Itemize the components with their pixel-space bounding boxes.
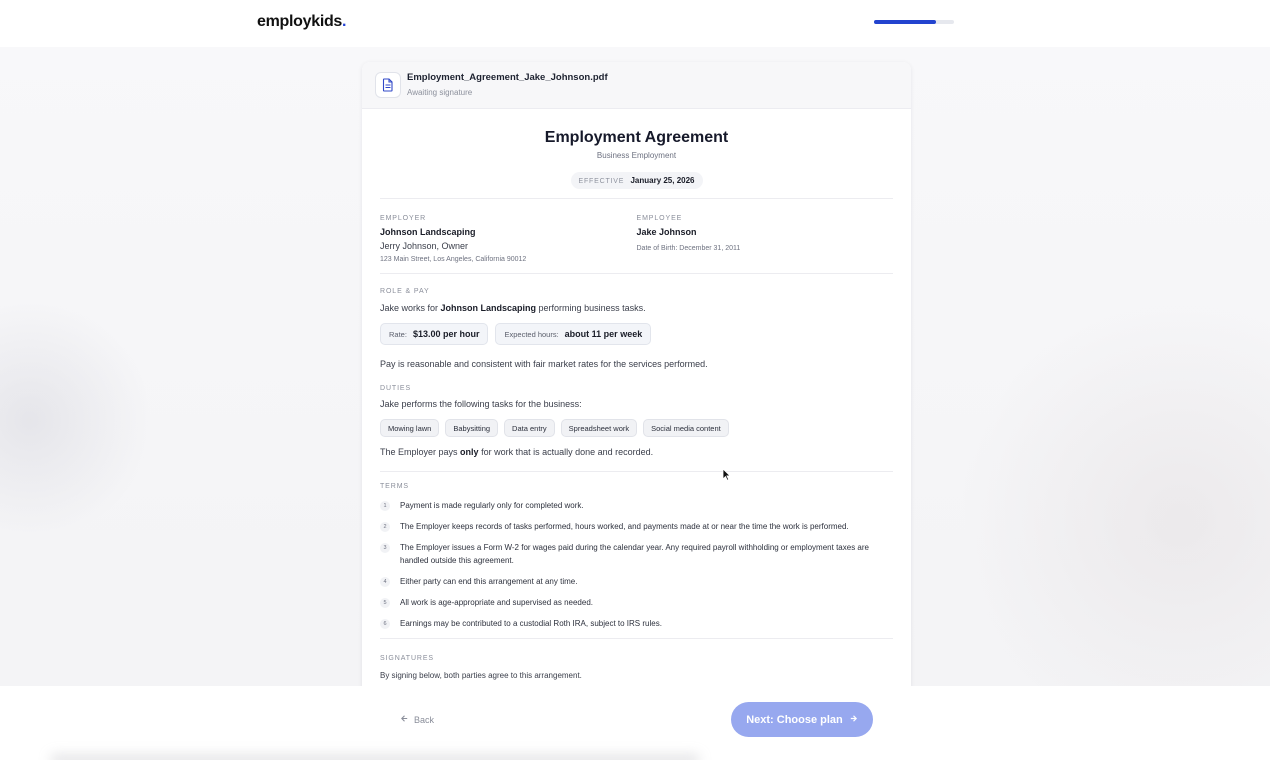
duties-label: DUTIES [380,385,412,392]
role-pay-section: ROLE & PAY Jake works for Johnson Landsc… [380,288,893,369]
hours-label: Expected hours: [504,329,559,339]
document-title: Employment Agreement [544,129,729,146]
hours-pill: Expected hours: about 11 per week [495,323,652,345]
employee-label: EMPLOYEE [636,215,683,222]
terms-section: TERMS 1 Payment is made regularly only fo… [380,483,893,630]
logo[interactable]: employkids. [257,13,347,31]
duties-note-text: The Employer pays [380,447,461,457]
term-number: 5 [380,598,390,608]
terms-label: TERMS [380,483,409,490]
effective-date: January 25, 2026 [630,176,695,185]
term-number: 1 [380,501,390,511]
role-pay-label: ROLE & PAY [380,288,430,295]
file-status: Awaiting signature [407,88,473,97]
term-item: 3 The Employer issues a Form W-2 for wage… [380,541,893,567]
term-item: 4 Either party can end this arrangement a… [380,575,893,588]
employee-name: Jake Johnson [636,227,697,237]
terms-list: 1 Payment is made regularly only for comp… [380,499,893,630]
logo-dot: . [342,13,347,30]
employer-name: Johnson Landscaping [380,227,476,237]
employer-label: EMPLOYER [380,215,427,222]
term-text: Either party can end this arrangement at… [400,577,578,586]
parties-section: EMPLOYER Johnson Landscaping Jerry Johns… [380,215,893,263]
back-button[interactable]: Back [400,714,434,725]
footer-bar [0,686,1270,760]
file-name: Employment_Agreement_Jake_Johnson.pdf [407,72,608,83]
document-icon [375,72,401,98]
divider [380,273,893,274]
back-label: Back [414,714,435,725]
term-text: The Employer keeps records of tasks perf… [400,522,849,531]
duty-tag: Mowing lawn [380,419,440,437]
duties-section: DUTIES Jake performs the following tasks… [380,385,893,457]
next-label: Next: Choose plan [746,713,843,726]
agreement-document: Employment_Agreement_Jake_Johnson.pdf Aw… [362,62,911,702]
employee-block: EMPLOYEE Jake Johnson Date of Birth: Dec… [637,215,894,263]
document-body: Employment Agreement Business Employment… [362,129,911,680]
duties-intro: Jake performs the following tasks for th… [380,399,582,409]
term-item: 6 Earnings may be contributed to a custod… [380,617,893,630]
effective-date-badge: EFFECTIVE January 25, 2026 [570,172,703,189]
term-item: 5 All work is age-appropriate and supervi… [380,596,893,609]
signatures-section: SIGNATURES By signing below, both partie… [380,655,893,680]
signatures-intro: By signing below, both parties agree to … [380,671,582,680]
footer-shadow [50,754,700,760]
mouse-cursor-icon [722,468,731,486]
term-text: All work is age-appropriate and supervis… [400,598,594,607]
arrow-left-icon [400,714,409,725]
duties-note: The Employer pays only for work that is … [380,447,893,457]
term-number: 2 [380,522,390,532]
divider [380,638,893,639]
file-header: Employment_Agreement_Jake_Johnson.pdf Aw… [362,62,911,109]
next-choose-plan-button[interactable]: Next: Choose plan [731,702,873,737]
progress-bar [874,20,954,24]
term-text: Earnings may be contributed to a custodi… [400,619,662,628]
employer-contact: Jerry Johnson, Owner [380,241,469,251]
term-number: 3 [380,543,390,553]
term-number: 4 [380,577,390,587]
duty-tag: Social media content [643,419,729,437]
logo-text: employkids [257,13,343,30]
employer-block: EMPLOYER Johnson Landscaping Jerry Johns… [380,215,637,263]
pay-note: Pay is reasonable and consistent with fa… [380,359,708,369]
effective-label: EFFECTIVE [578,178,625,185]
progress-bar-fill [874,20,937,24]
document-subtitle: Business Employment [596,151,677,160]
term-item: 1 Payment is made regularly only for comp… [380,499,893,512]
duty-tag: Babysitting [445,419,499,437]
role-intro-text: Jake works for [380,303,441,313]
duties-note-emphasis: only [460,447,479,457]
term-item: 2 The Employer keeps records of tasks per… [380,520,893,533]
duty-tags: Mowing lawn Babysitting Data entry Spreadsh… [380,419,893,437]
rate-label: Rate: [389,329,407,339]
top-bar: employkids. [0,0,1270,47]
hours-value: about 11 per week [564,329,643,339]
employer-address: 123 Main Street, Los Angeles, California… [380,256,527,263]
divider [380,198,893,199]
pay-details: Rate: $13.00 per hour Expected hours: ab… [380,323,893,345]
duties-note-text-end: for work that is actually done and recor… [478,447,654,457]
divider [380,471,893,472]
term-text: Payment is made regularly only for compl… [400,501,584,510]
duty-tag: Spreadsheet work [560,419,638,437]
term-text: The Employer issues a Form W-2 for wages… [400,543,869,565]
term-number: 6 [380,619,390,629]
role-intro: Jake works for Johnson Landscaping perfo… [380,303,893,313]
role-intro-company: Johnson Landscaping [440,303,537,313]
rate-value: $13.00 per hour [412,329,480,339]
duty-tag: Data entry [504,419,555,437]
employee-dob: Date of Birth: December 31, 2011 [636,245,741,252]
arrow-right-icon [849,714,858,726]
role-intro-text-end: performing business tasks. [536,303,646,313]
signatures-label: SIGNATURES [380,655,434,662]
rate-pill: Rate: $13.00 per hour [380,323,489,345]
